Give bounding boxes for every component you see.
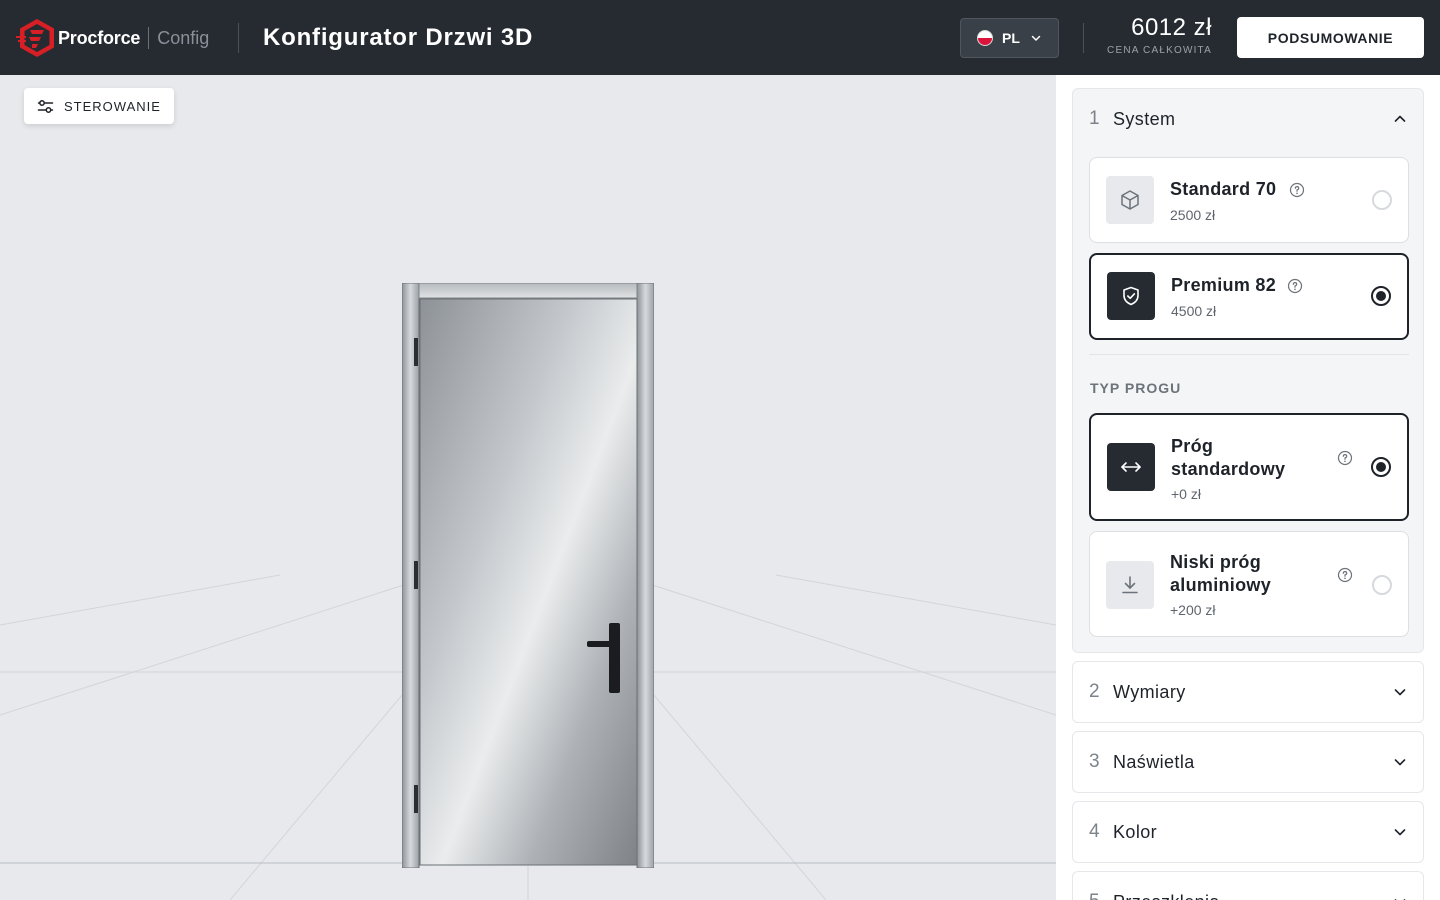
option-icon-download <box>1106 561 1154 609</box>
poland-flag-icon <box>977 30 993 46</box>
section-number: 4 <box>1089 821 1100 842</box>
section-system-header[interactable]: 1 System <box>1073 89 1423 149</box>
section-dimensions[interactable]: 2 Wymiary <box>1072 661 1424 723</box>
language-selector[interactable]: PL <box>960 18 1059 58</box>
3d-viewport[interactable]: STEROWANIE <box>0 75 1056 900</box>
configuration-panel: 1 System Standard 70 2500 zł Premium 82 … <box>1056 75 1440 900</box>
download-arrow-icon <box>1122 576 1138 594</box>
option-title-line: standardowy <box>1171 459 1286 479</box>
divider <box>1089 354 1409 355</box>
language-code: PL <box>1002 30 1020 46</box>
section-glazing-header[interactable]: 5 Przeszklenia <box>1073 872 1423 900</box>
option-standard-70[interactable]: Standard 70 2500 zł <box>1089 157 1409 243</box>
option-title: Premium 82 <box>1171 275 1277 295</box>
help-icon[interactable] <box>1337 567 1353 583</box>
top-bar: Procforce Config Konfigurator Drzwi 3D P… <box>0 0 1440 75</box>
section-number: 5 <box>1089 891 1109 900</box>
option-icon-shield <box>1107 272 1155 320</box>
option-price: +0 zł <box>1171 486 1201 502</box>
option-price: 4500 zł <box>1171 303 1217 319</box>
radio-button[interactable] <box>1372 190 1392 210</box>
brand-divider <box>148 27 150 49</box>
summary-button[interactable]: PODSUMOWANIE <box>1237 17 1424 58</box>
sliders-icon <box>37 99 54 113</box>
option-price: 2500 zł <box>1170 207 1216 223</box>
page-title: Konfigurator Drzwi 3D <box>263 24 534 51</box>
section-title: System <box>1113 108 1176 129</box>
option-price: +200 zł <box>1170 602 1216 618</box>
option-premium-82[interactable]: Premium 82 4500 zł <box>1089 253 1409 340</box>
option-title-line: Niski próg <box>1170 552 1262 572</box>
section-title: Wymiary <box>1113 681 1186 702</box>
section-glazing[interactable]: 5 Przeszklenia <box>1072 871 1424 900</box>
radio-button-selected[interactable] <box>1371 457 1391 477</box>
option-standard-threshold[interactable]: Próg standardowy +0 zł <box>1089 413 1409 521</box>
section-skylights[interactable]: 3 Naświetla <box>1072 731 1424 793</box>
controls-button[interactable]: STEROWANIE <box>24 88 174 124</box>
section-number: 2 <box>1089 681 1100 702</box>
chevron-down-icon <box>1031 35 1041 41</box>
option-title-line: Próg <box>1171 436 1214 456</box>
section-dimensions-header[interactable]: 2 Wymiary <box>1073 662 1423 722</box>
chevron-down-icon <box>1394 759 1406 766</box>
section-title: Naświetla <box>1113 751 1195 772</box>
section-skylights-header[interactable]: 3 Naświetla <box>1073 732 1423 792</box>
header-divider <box>238 23 239 53</box>
radio-button[interactable] <box>1372 575 1392 595</box>
total-price-label: CENA CAŁKOWITA <box>1107 45 1212 56</box>
chevron-down-icon <box>1394 899 1406 900</box>
threshold-type-label: TYP PROGU <box>1090 380 1182 396</box>
chevron-down-icon <box>1394 689 1406 696</box>
controls-button-label: STEROWANIE <box>64 98 161 114</box>
radio-button-selected[interactable] <box>1371 286 1391 306</box>
section-color-header[interactable]: 4 Kolor <box>1073 802 1423 862</box>
help-icon[interactable] <box>1289 182 1305 198</box>
option-title-line: aluminiowy <box>1170 575 1272 595</box>
box-icon <box>1121 190 1139 210</box>
option-icon-box <box>1106 176 1154 224</box>
section-color[interactable]: 4 Kolor <box>1072 801 1424 863</box>
help-icon[interactable] <box>1287 278 1303 294</box>
arrows-horizontal-icon <box>1121 462 1141 472</box>
option-icon-arrows <box>1107 443 1155 491</box>
brand-logo[interactable]: Procforce Config <box>16 17 209 59</box>
chevron-down-icon <box>1394 829 1406 836</box>
option-low-aluminium-threshold[interactable]: Niski próg aluminiowy +200 zł <box>1089 531 1409 637</box>
procforce-logo-icon <box>16 19 54 57</box>
shield-check-icon <box>1123 286 1139 306</box>
total-price-block: 6012 zł CENA CAŁKOWITA <box>1107 14 1212 56</box>
section-title: Przeszklenia <box>1113 892 1393 900</box>
brand-subtitle: Config <box>157 27 210 48</box>
door-3d-model[interactable] <box>402 283 654 868</box>
header-divider <box>1083 23 1084 53</box>
chevron-up-icon <box>1394 115 1406 122</box>
total-price: 6012 zł <box>1131 14 1212 41</box>
section-number: 1 <box>1089 108 1100 129</box>
brand-name: Procforce <box>58 27 141 48</box>
section-title: Kolor <box>1113 821 1158 842</box>
option-title: Standard 70 <box>1170 179 1277 199</box>
option-title: Próg standardowy <box>1171 435 1285 481</box>
section-number: 3 <box>1089 751 1100 772</box>
section-system: 1 System Standard 70 2500 zł Premium 82 … <box>1072 88 1424 653</box>
option-title: Niski próg aluminiowy <box>1170 551 1271 597</box>
help-icon[interactable] <box>1337 450 1353 466</box>
